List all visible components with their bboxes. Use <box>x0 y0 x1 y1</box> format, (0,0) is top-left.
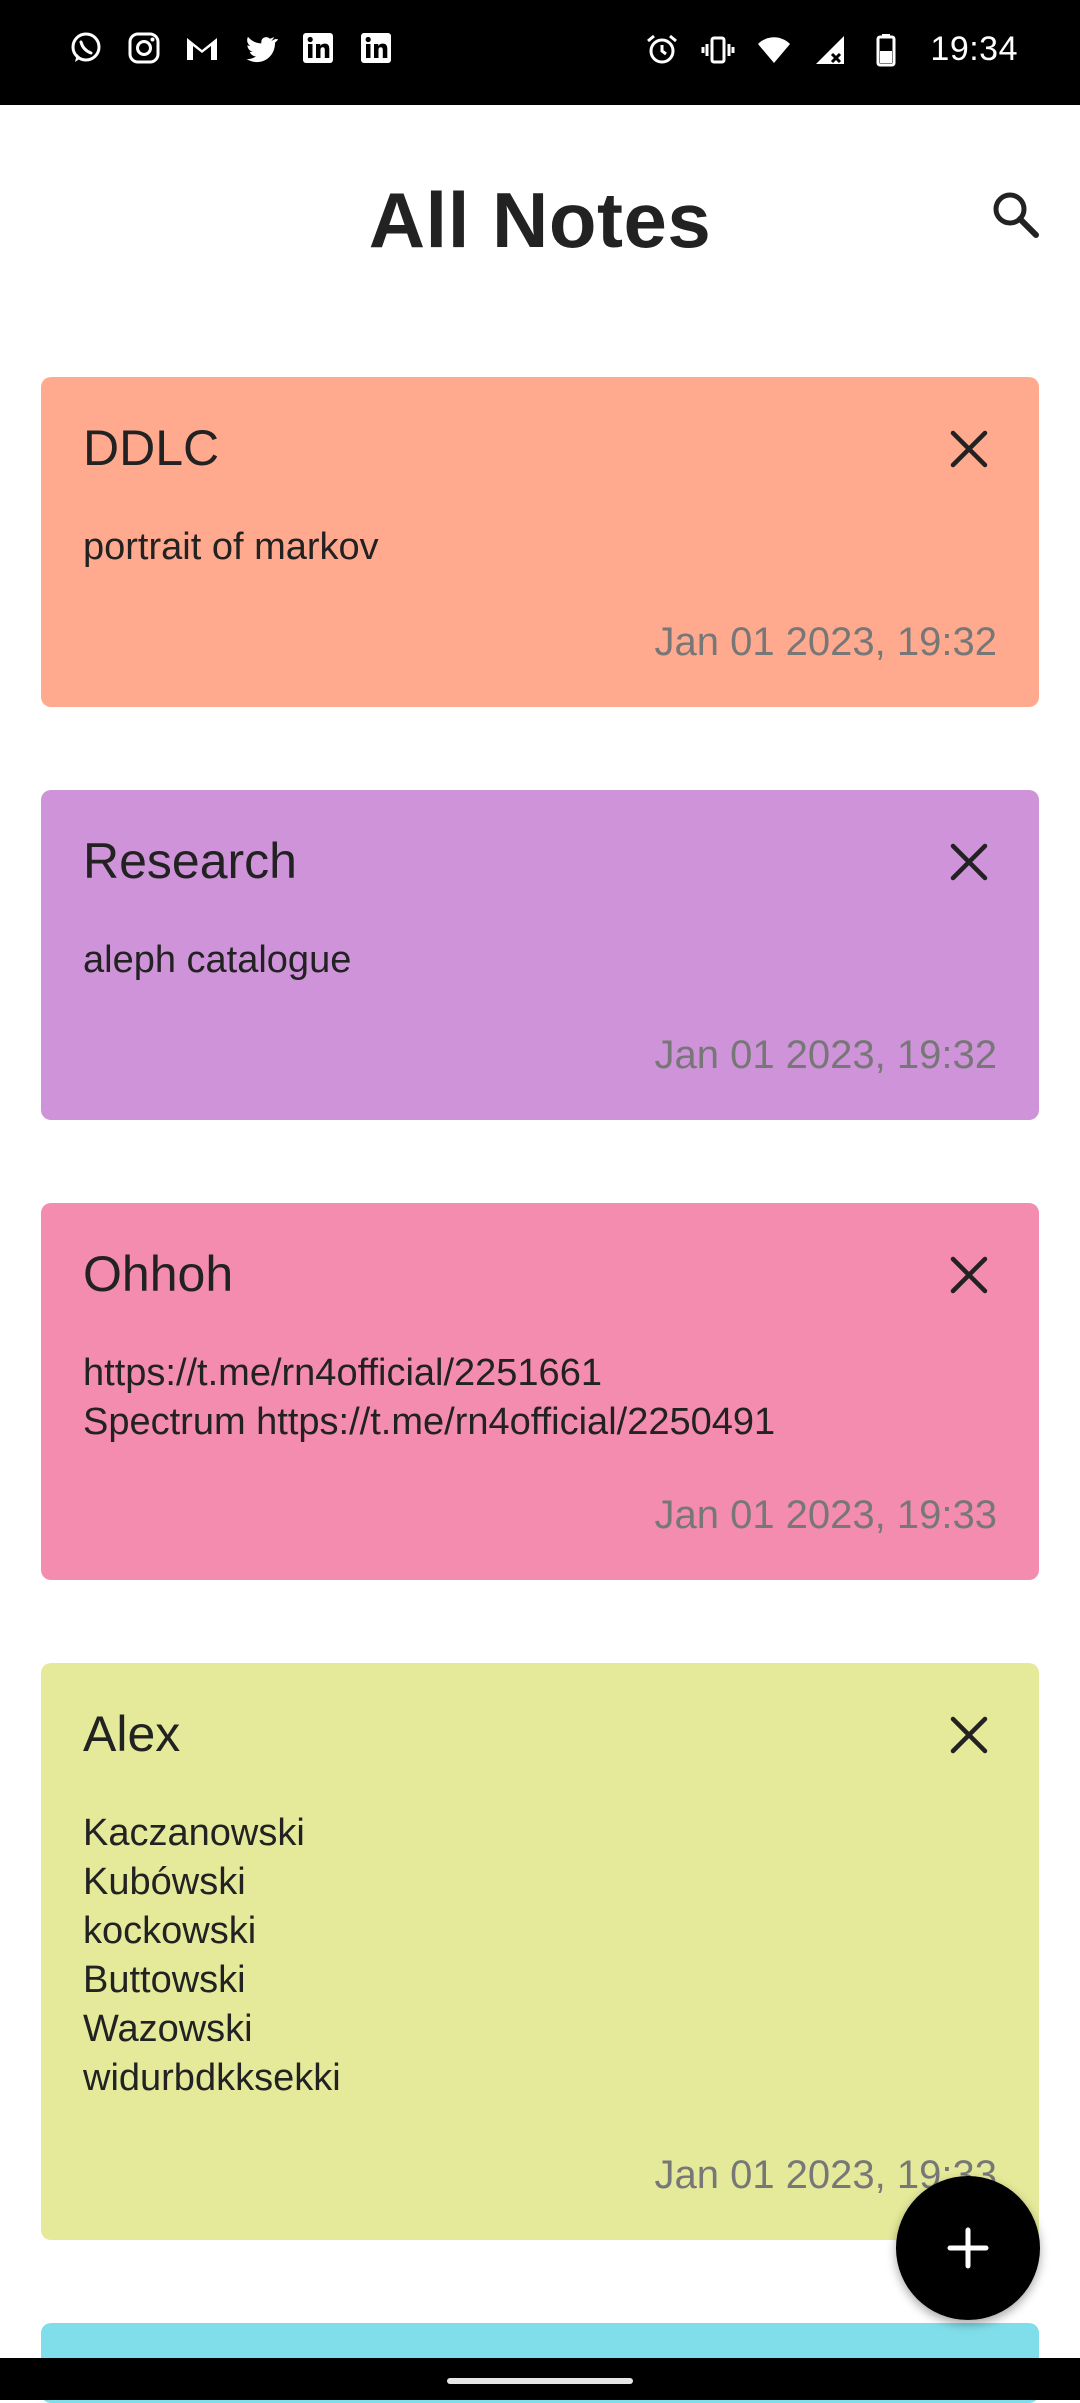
plus-icon <box>947 2227 989 2269</box>
note-date: Jan 01 2023, 19:32 <box>654 1033 997 1077</box>
close-icon[interactable] <box>947 1253 991 1297</box>
clock: 19:34 <box>930 30 1018 68</box>
wifi-icon <box>758 36 791 63</box>
note-card[interactable]: Research aleph catalogue Jan 01 2023, 19… <box>41 790 1039 1120</box>
note-date: Jan 01 2023, 19:33 <box>654 1493 997 1537</box>
home-gesture-handle[interactable] <box>447 2378 633 2384</box>
note-card[interactable]: Ohhoh https://t.me/rn4official/2251661 S… <box>41 1203 1039 1580</box>
note-body: aleph catalogue <box>83 939 352 981</box>
close-icon[interactable] <box>947 1713 991 1757</box>
note-card[interactable]: DDLC portrait of markov Jan 01 2023, 19:… <box>41 377 1039 707</box>
page-title: All Notes <box>368 176 712 264</box>
note-title: Alex <box>83 1706 181 1762</box>
notes-list: DDLC portrait of markov Jan 01 2023, 19:… <box>41 377 1039 2403</box>
note-body: Kaczanowski Kubówski kockowski Buttowski… <box>83 1812 341 2099</box>
close-icon[interactable] <box>947 427 991 471</box>
gmail-icon <box>187 38 217 60</box>
note-title: Ohhoh <box>83 1246 234 1302</box>
app-header: All Notes <box>0 105 1080 335</box>
signal-icon <box>816 35 845 64</box>
status-bar: 19:34 <box>0 0 1080 105</box>
system-icons: 19:34 <box>644 30 1018 69</box>
note-title: Research <box>83 833 297 889</box>
note-date: Jan 01 2023, 19:32 <box>654 620 997 664</box>
notification-icons <box>68 30 394 66</box>
linkedin-icon <box>303 33 333 63</box>
note-body: portrait of markov <box>83 526 379 568</box>
navigation-bar <box>0 2358 1080 2400</box>
battery-icon <box>876 33 896 66</box>
note-title: DDLC <box>83 420 220 476</box>
linkedin-icon <box>361 33 391 63</box>
alarm-icon <box>647 34 678 63</box>
note-body: https://t.me/rn4official/2251661 Spectru… <box>83 1352 776 1443</box>
whatsapp-icon <box>71 32 101 62</box>
add-note-button[interactable] <box>896 2176 1040 2320</box>
note-card[interactable]: Alex Kaczanowski Kubówski kockowski Butt… <box>41 1663 1039 2240</box>
twitter-icon <box>246 36 278 63</box>
close-icon[interactable] <box>947 840 991 884</box>
vibrate-icon <box>701 36 735 63</box>
search-icon[interactable] <box>988 187 1044 243</box>
instagram-icon <box>128 32 160 64</box>
